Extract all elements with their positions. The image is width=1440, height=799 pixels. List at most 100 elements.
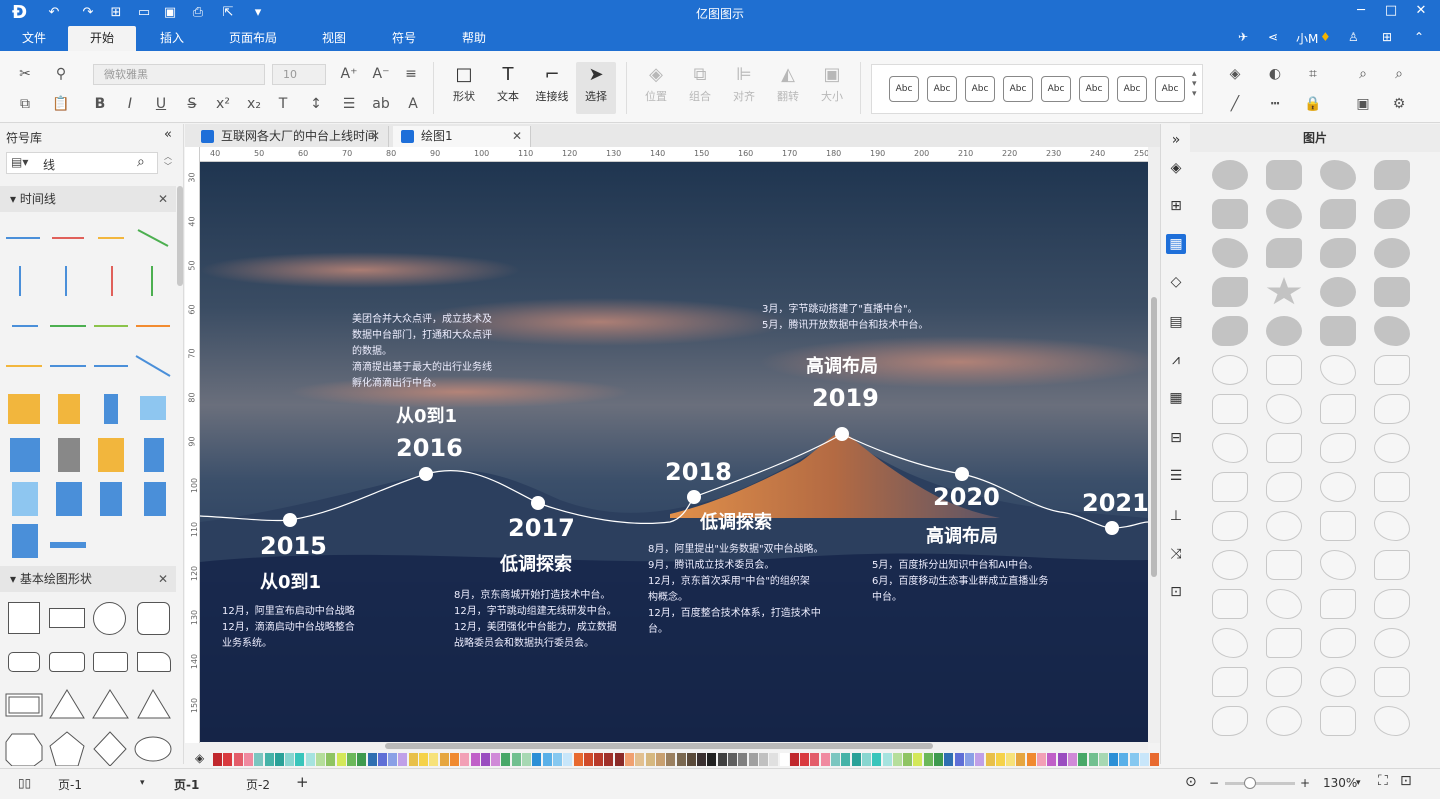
position-button[interactable]: ◈ 位置 xyxy=(636,62,676,114)
image-shape-item[interactable] xyxy=(1212,316,1248,346)
color-swatch[interactable] xyxy=(583,753,593,766)
timeline-node[interactable] xyxy=(531,496,545,510)
share-icon[interactable]: ⋖ xyxy=(1268,30,1278,44)
image-shape-item[interactable] xyxy=(1212,160,1248,190)
color-swatch[interactable] xyxy=(686,753,696,766)
shadow-icon[interactable]: ◐ xyxy=(1264,64,1286,84)
timeline-node[interactable] xyxy=(687,490,701,504)
image-shape-item[interactable] xyxy=(1212,199,1248,229)
style-preset[interactable]: Abc xyxy=(927,76,957,102)
bullets-icon[interactable]: ☰ xyxy=(338,94,360,114)
shape-rounded-square[interactable] xyxy=(137,602,170,635)
lock-icon[interactable]: 🔒 xyxy=(1302,94,1324,114)
page-tab-1[interactable]: 页-1 xyxy=(174,776,199,793)
color-swatch[interactable] xyxy=(923,753,933,766)
color-swatch[interactable] xyxy=(934,753,943,766)
fill-panel-icon[interactable]: ◈ xyxy=(1166,158,1186,178)
color-swatch[interactable] xyxy=(604,753,614,766)
crop-icon[interactable]: ⌗ xyxy=(1302,64,1324,84)
align-icon[interactable]: ≡ xyxy=(400,64,422,84)
image-shape-item[interactable] xyxy=(1374,160,1410,190)
shape-rounded-rect[interactable] xyxy=(49,652,85,672)
zoom-slider-knob[interactable] xyxy=(1244,777,1256,789)
year-2017[interactable]: 2017 xyxy=(508,514,575,542)
color-swatch[interactable] xyxy=(1047,753,1057,766)
image-shape-item[interactable] xyxy=(1266,511,1302,541)
close-tab-icon[interactable]: ✕ xyxy=(512,126,522,147)
section-basic-shapes-header[interactable]: ▾ 基本绘图形状 ✕ xyxy=(0,566,176,592)
chevron-down-icon[interactable]: ▾ xyxy=(140,778,145,788)
color-swatch[interactable] xyxy=(326,753,336,766)
color-swatch[interactable] xyxy=(964,753,974,766)
color-swatch[interactable] xyxy=(408,753,418,766)
color-swatch[interactable] xyxy=(491,753,501,766)
color-swatch[interactable] xyxy=(542,753,552,766)
shape-rectangle[interactable] xyxy=(49,608,85,628)
flip-button[interactable]: ◭ 翻转 xyxy=(768,62,808,114)
color-swatch[interactable] xyxy=(1140,753,1149,766)
color-swatch[interactable] xyxy=(769,753,779,766)
image-shape-item[interactable] xyxy=(1374,628,1410,658)
image-shape-item[interactable] xyxy=(1212,706,1248,736)
menu-home[interactable]: 开始 xyxy=(68,26,136,51)
subscript-icon[interactable]: x₂ xyxy=(243,94,265,114)
menu-page-layout[interactable]: 页面布局 xyxy=(222,26,284,51)
image-shape-item[interactable] xyxy=(1266,472,1302,502)
select-all-icon[interactable]: ▣ xyxy=(1352,94,1374,114)
phase-2015[interactable]: 从0到1 xyxy=(260,568,321,594)
search-spin-icon[interactable]: ︿ ﹀ xyxy=(164,152,172,172)
image-shape-item[interactable] xyxy=(1266,238,1302,268)
image-shape-item[interactable] xyxy=(1374,706,1410,736)
scroll-thumb[interactable] xyxy=(1151,297,1157,577)
color-swatch[interactable] xyxy=(913,753,923,766)
shape-square[interactable] xyxy=(8,602,40,634)
image-shape-item[interactable] xyxy=(1320,394,1356,424)
image-shape-item[interactable] xyxy=(1374,355,1410,385)
image-shape-item[interactable] xyxy=(1320,472,1356,502)
color-swatch[interactable] xyxy=(748,753,758,766)
image-shape-item[interactable] xyxy=(1374,277,1410,307)
page-tab-2[interactable]: 页-2 xyxy=(246,776,270,793)
image-shape-item[interactable] xyxy=(1266,433,1302,463)
image-shape-item[interactable] xyxy=(1212,589,1248,619)
text-case-icon[interactable]: ab xyxy=(370,94,392,114)
shape-tool-button[interactable]: □ 形状 xyxy=(444,62,484,114)
color-swatch[interactable] xyxy=(367,753,377,766)
menu-insert[interactable]: 插入 xyxy=(148,26,196,51)
image-shape-item[interactable] xyxy=(1212,511,1248,541)
paste-icon[interactable]: 📋 xyxy=(50,94,72,114)
color-swatch[interactable] xyxy=(758,753,768,766)
image-shape-item[interactable] xyxy=(1320,706,1356,736)
color-swatch[interactable] xyxy=(800,753,810,766)
timeline-node[interactable] xyxy=(419,467,433,481)
color-swatch[interactable] xyxy=(223,753,233,766)
color-swatch[interactable] xyxy=(1016,753,1026,766)
image-shape-item[interactable] xyxy=(1320,355,1356,385)
image-shape-item[interactable] xyxy=(1320,589,1356,619)
events-2018[interactable]: 8月，阿里提出"业务数据"双中台战略。 9月，腾讯成立技术委员会。 12月，京东… xyxy=(648,542,824,638)
image-shape-item[interactable] xyxy=(1320,550,1356,580)
fit-page-icon[interactable]: ⛶ xyxy=(1378,773,1388,789)
color-swatch[interactable] xyxy=(1026,753,1036,766)
image-shape-item[interactable] xyxy=(1320,316,1356,346)
zoom-dropdown-icon[interactable]: ▾ xyxy=(1356,778,1361,788)
find-replace-icon[interactable]: ⌕ xyxy=(1388,64,1410,84)
find-icon[interactable]: ⌕ xyxy=(1352,64,1374,84)
bold-icon[interactable]: B xyxy=(89,94,111,114)
color-swatch[interactable] xyxy=(676,753,686,766)
image-shape-item[interactable] xyxy=(1374,316,1410,346)
text-panel-icon[interactable]: ☰ xyxy=(1166,466,1186,486)
color-swatch[interactable] xyxy=(831,753,840,766)
color-swatch[interactable] xyxy=(594,753,604,766)
color-swatch[interactable] xyxy=(820,753,830,766)
phase-2017[interactable]: 低调探索 xyxy=(500,550,572,576)
timeline-node[interactable] xyxy=(283,513,297,527)
close-section-icon[interactable]: ✕ xyxy=(158,186,168,212)
data-icon[interactable]: ⊟ xyxy=(1166,428,1186,448)
image-shape-item[interactable] xyxy=(1212,355,1248,385)
color-swatch[interactable] xyxy=(944,753,954,766)
color-swatch[interactable] xyxy=(264,753,274,766)
image-shape-item[interactable] xyxy=(1212,550,1248,580)
year-2019[interactable]: 2019 xyxy=(812,384,879,412)
shape-tab-rect[interactable] xyxy=(137,652,171,672)
